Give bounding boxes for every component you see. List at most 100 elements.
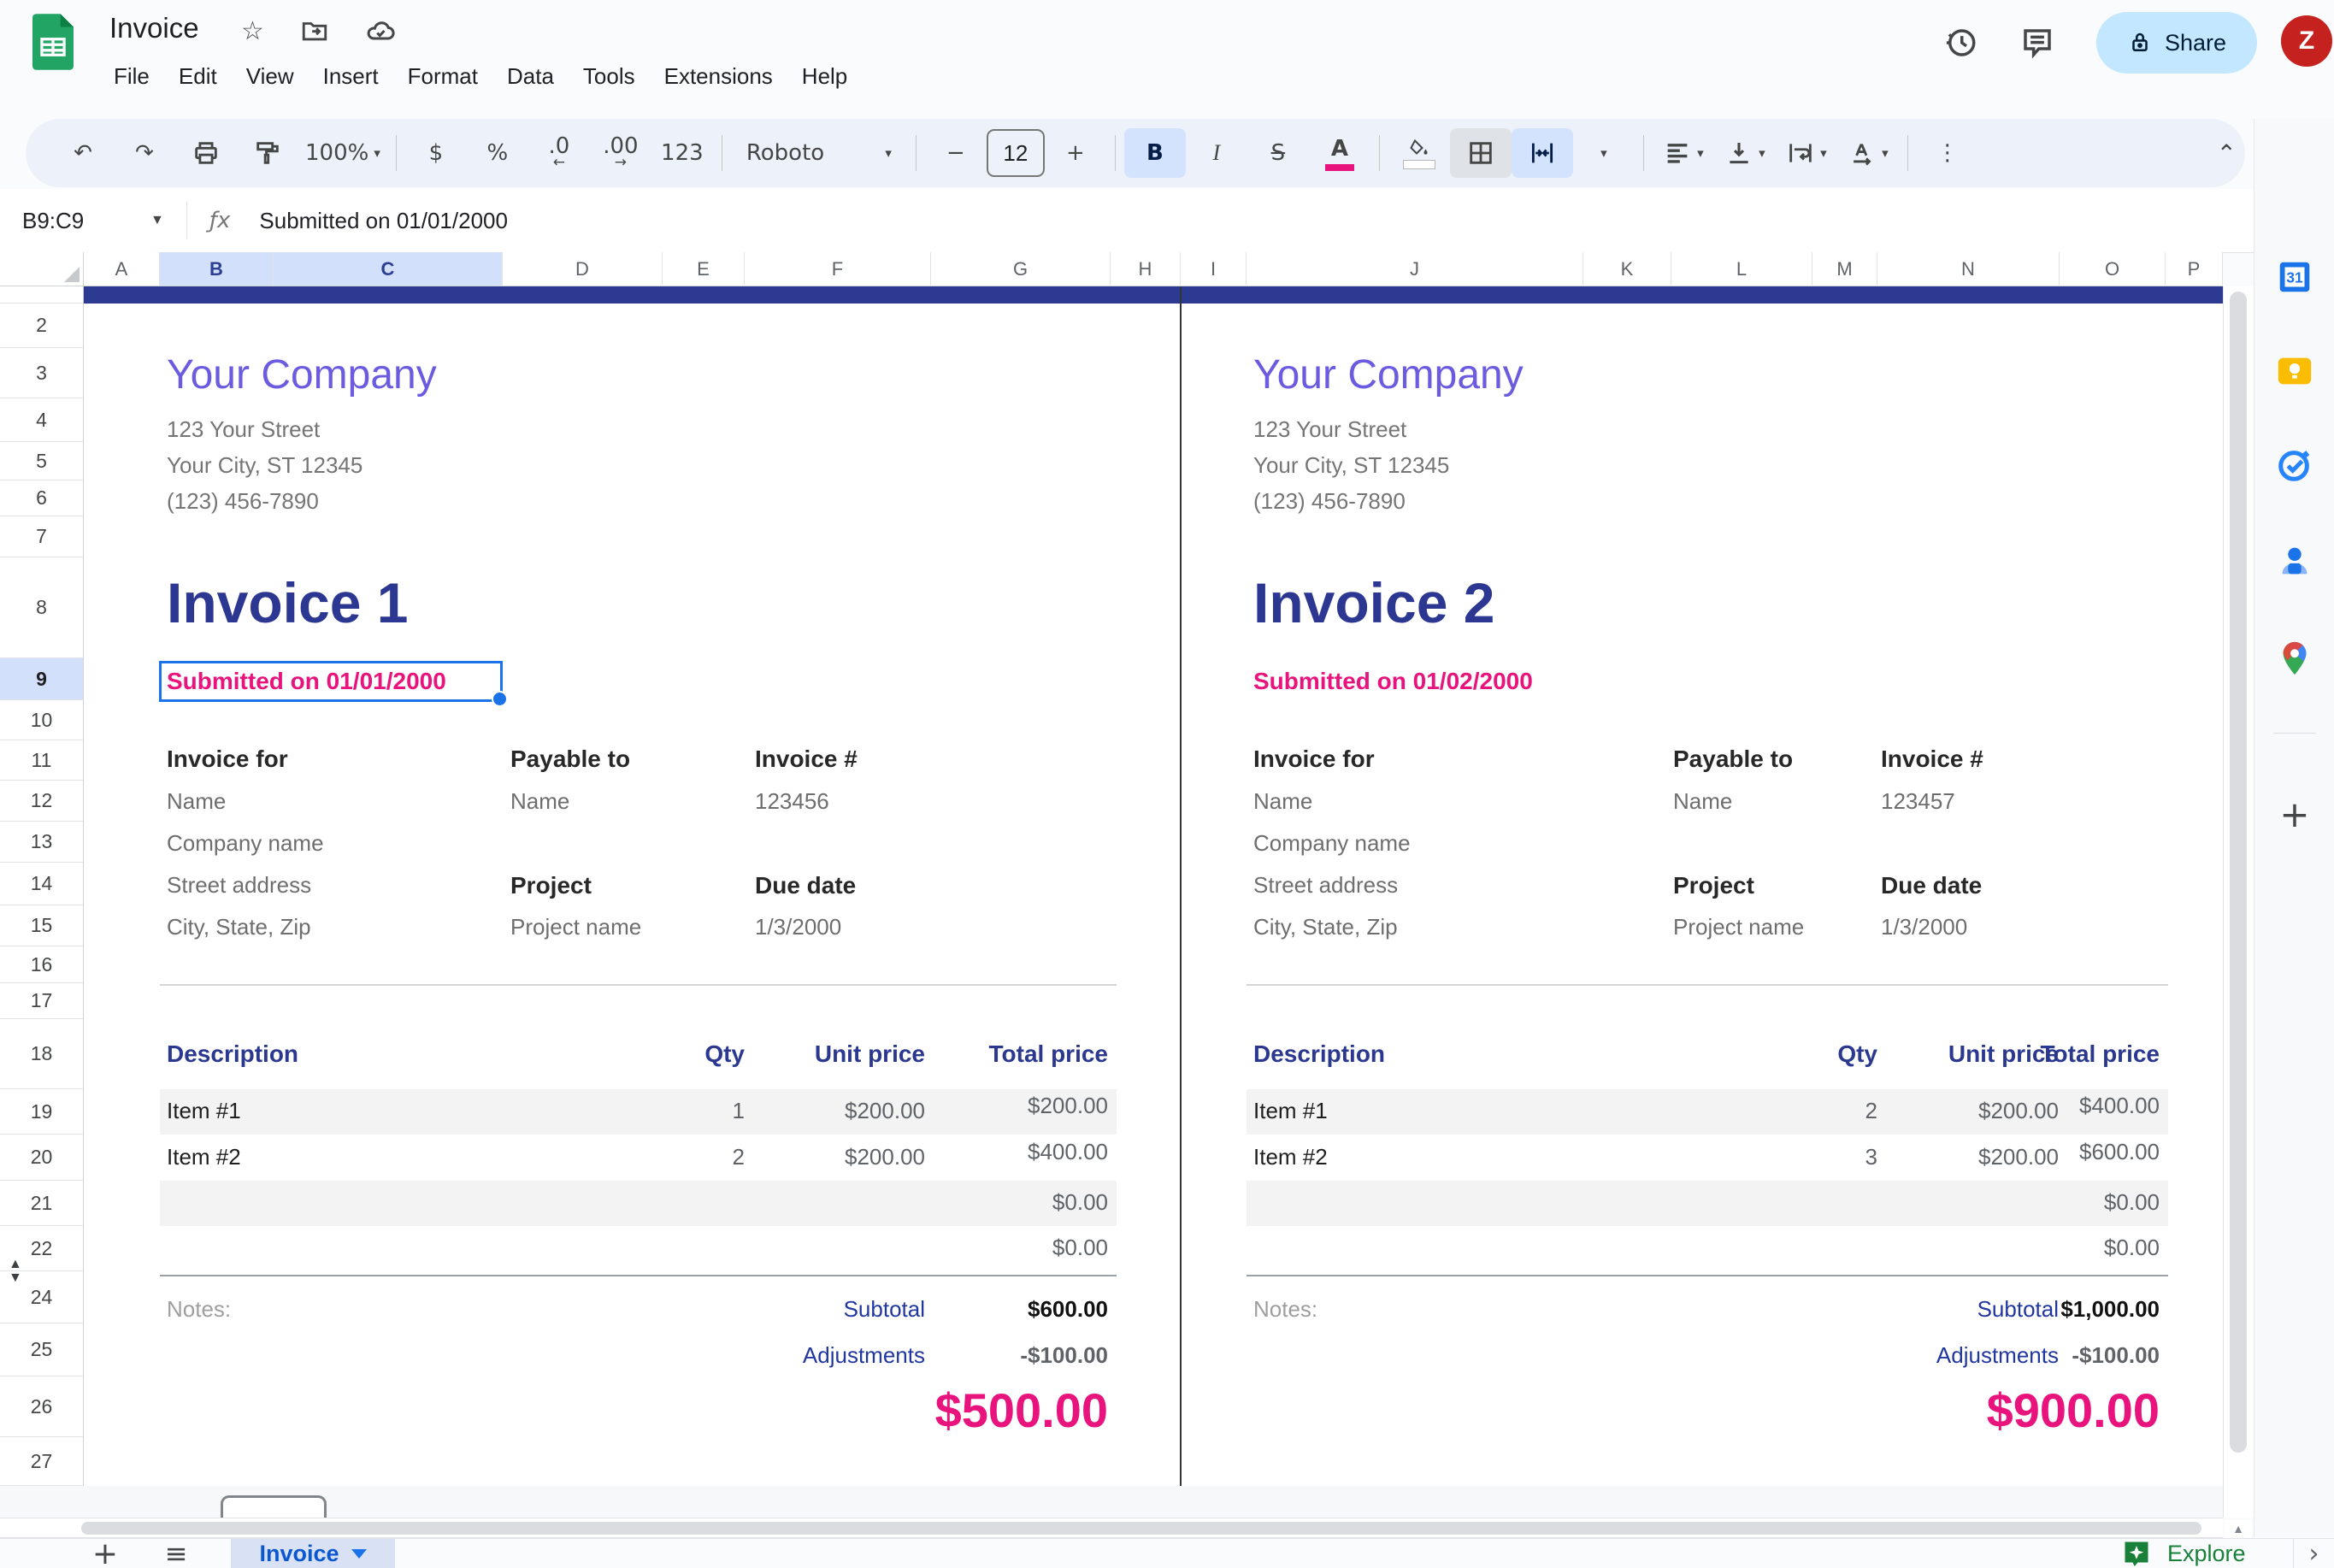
- invoice-for-label[interactable]: Invoice for: [167, 746, 288, 773]
- row-header-18[interactable]: 18: [0, 1019, 84, 1089]
- row-header-10[interactable]: 10: [0, 700, 84, 740]
- adjustments-value[interactable]: -$100.00: [1181, 1342, 2160, 1369]
- column-header-F[interactable]: F: [745, 252, 931, 286]
- name-box-caret-icon[interactable]: ▼: [150, 213, 164, 228]
- payable-name[interactable]: Name: [1673, 788, 1732, 815]
- text-wrap-button[interactable]: ▾: [1776, 128, 1837, 178]
- bill-to-company[interactable]: Company name: [167, 830, 324, 857]
- menu-edit[interactable]: Edit: [164, 56, 232, 97]
- payable-to-label[interactable]: Payable to: [510, 746, 630, 773]
- horizontal-align-button[interactable]: ▾: [1653, 128, 1714, 178]
- invoice-total[interactable]: $900.00: [1181, 1382, 2160, 1438]
- zoom-select[interactable]: 100%▾: [298, 128, 387, 178]
- maps-icon[interactable]: [2275, 639, 2314, 678]
- bill-to-city[interactable]: City, State, Zip: [1253, 914, 1398, 940]
- payable-name[interactable]: Name: [510, 788, 569, 815]
- bill-to-name[interactable]: Name: [1253, 788, 1312, 815]
- share-button[interactable]: Share: [2096, 12, 2257, 74]
- row-header-16[interactable]: 16: [0, 946, 84, 983]
- calendar-icon[interactable]: 31: [2275, 257, 2314, 297]
- avatar[interactable]: Z: [2281, 15, 2332, 67]
- increase-decimals-button[interactable]: .00→: [590, 128, 651, 178]
- fill-color-button[interactable]: [1388, 128, 1450, 178]
- vertical-scrollbar-thumb[interactable]: [2230, 292, 2247, 1453]
- payable-to-label[interactable]: Payable to: [1673, 746, 1793, 773]
- horizontal-scrollbar-thumb[interactable]: [81, 1522, 2201, 1535]
- get-add-ons-icon[interactable]: +: [2275, 794, 2314, 834]
- subtotal-value[interactable]: $600.00: [84, 1296, 1108, 1323]
- row-header-20[interactable]: 20: [0, 1135, 84, 1181]
- menu-file[interactable]: File: [99, 56, 164, 97]
- invoice-total[interactable]: $500.00: [84, 1382, 1108, 1438]
- unhide-rows-up-icon[interactable]: ▲: [9, 1258, 22, 1271]
- row-header-25[interactable]: 25: [0, 1323, 84, 1376]
- bill-to-street[interactable]: Street address: [167, 872, 311, 899]
- row-header-1[interactable]: [0, 286, 84, 304]
- fill-handle[interactable]: [492, 691, 508, 707]
- font-select[interactable]: Roboto▾: [731, 128, 907, 178]
- font-size-input[interactable]: 12: [987, 129, 1045, 177]
- text-color-button[interactable]: A: [1309, 128, 1370, 178]
- column-header-P[interactable]: P: [2166, 252, 2223, 286]
- decrease-decimals-button[interactable]: .0←: [528, 128, 590, 178]
- due-date-label[interactable]: Due date: [1881, 872, 1982, 899]
- project-label[interactable]: Project: [1673, 872, 1754, 899]
- row-header-22[interactable]: 22▲: [0, 1226, 84, 1271]
- show-side-panel-icon[interactable]: ›: [2293, 1539, 2334, 1568]
- borders-button[interactable]: [1450, 128, 1512, 178]
- bill-to-street[interactable]: Street address: [1253, 872, 1398, 899]
- invoice-number[interactable]: 123456: [755, 788, 829, 815]
- cloud-status-icon[interactable]: [365, 15, 396, 46]
- menu-help[interactable]: Help: [787, 56, 862, 97]
- company-name[interactable]: Your Company: [167, 351, 437, 398]
- col-total-price-header[interactable]: Total price: [84, 1040, 1108, 1068]
- row-header-6[interactable]: 6: [0, 480, 84, 516]
- vertical-align-button[interactable]: ▾: [1714, 128, 1776, 178]
- explore-button[interactable]: Explore: [2121, 1539, 2293, 1568]
- project-name[interactable]: Project name: [1673, 914, 1804, 940]
- project-name[interactable]: Project name: [510, 914, 641, 940]
- company-address[interactable]: 123 Your Street Your City, ST 12345 (123…: [167, 411, 362, 519]
- subtotal-value[interactable]: $1,000.00: [1181, 1296, 2160, 1323]
- column-header-B[interactable]: B: [160, 252, 274, 286]
- due-date-value[interactable]: 1/3/2000: [755, 914, 841, 940]
- bill-to-name[interactable]: Name: [167, 788, 226, 815]
- sheets-logo-icon[interactable]: [32, 14, 74, 70]
- table-cell[interactable]: $400.00: [1181, 1093, 2160, 1119]
- add-sheet-icon[interactable]: +: [81, 1539, 129, 1568]
- bold-button[interactable]: B: [1124, 128, 1186, 178]
- due-date-label[interactable]: Due date: [755, 872, 856, 899]
- menu-extensions[interactable]: Extensions: [650, 56, 787, 97]
- invoice-for-label[interactable]: Invoice for: [1253, 746, 1375, 773]
- column-header-C[interactable]: C: [274, 252, 503, 286]
- comments-icon[interactable]: [2019, 25, 2055, 61]
- redo-button[interactable]: ↷: [114, 128, 175, 178]
- strikethrough-button[interactable]: S: [1247, 128, 1309, 178]
- formula-input[interactable]: Submitted on 01/01/2000: [259, 208, 508, 234]
- column-header-G[interactable]: G: [931, 252, 1111, 286]
- row-header-14[interactable]: 14: [0, 863, 84, 905]
- column-header-N[interactable]: N: [1877, 252, 2060, 286]
- menu-format[interactable]: Format: [393, 56, 492, 97]
- vertical-scrollbar[interactable]: [2223, 286, 2254, 1518]
- invoice-number[interactable]: 123457: [1881, 788, 1955, 815]
- contacts-icon[interactable]: [2275, 541, 2314, 581]
- name-box[interactable]: B9:C9: [0, 208, 150, 234]
- due-date-value[interactable]: 1/3/2000: [1881, 914, 1967, 940]
- more-toolbar-button[interactable]: ⋮: [1917, 128, 1978, 178]
- italic-button[interactable]: I: [1186, 128, 1247, 178]
- row-header-27[interactable]: 27: [0, 1437, 84, 1486]
- row-header-26[interactable]: 26: [0, 1376, 84, 1437]
- menu-insert[interactable]: Insert: [309, 56, 393, 97]
- column-header-E[interactable]: E: [663, 252, 745, 286]
- format-percent-button[interactable]: %: [467, 128, 528, 178]
- row-header-24[interactable]: 24▼: [0, 1271, 84, 1323]
- table-cell[interactable]: $400.00: [84, 1139, 1108, 1165]
- more-formats-button[interactable]: 123: [651, 128, 713, 178]
- bill-to-city[interactable]: City, State, Zip: [167, 914, 311, 940]
- row-header-13[interactable]: 13: [0, 822, 84, 863]
- col-total-price-header[interactable]: Total price: [1181, 1040, 2160, 1068]
- menu-data[interactable]: Data: [492, 56, 569, 97]
- tasks-icon[interactable]: [2275, 445, 2314, 485]
- table-cell[interactable]: $600.00: [1181, 1139, 2160, 1165]
